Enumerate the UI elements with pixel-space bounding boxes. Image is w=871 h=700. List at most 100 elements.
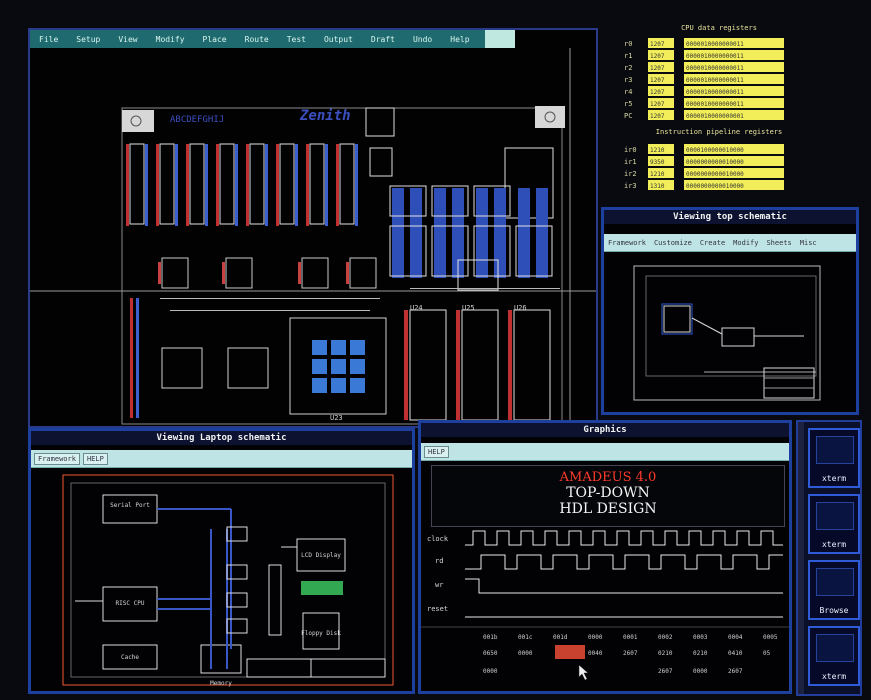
- amadeus-banner: AMADEUS 4.0 TOP-DOWN HDL DESIGN: [431, 465, 785, 527]
- graphics-window[interactable]: Graphics HELP AMADEUS 4.0 TOP-DOWN HDL D…: [418, 420, 792, 694]
- menu-modify[interactable]: Modify: [729, 239, 762, 247]
- cpu-reg-bits: 0000010000000011: [686, 65, 744, 72]
- bus-value: 0650: [483, 650, 498, 657]
- menu-place[interactable]: Place: [194, 35, 236, 44]
- cpu-reg-bits: 0000010000000011: [686, 101, 744, 108]
- pipe-reg-short: 1310: [650, 183, 665, 190]
- menu-help[interactable]: Help: [441, 35, 478, 44]
- menu-undo[interactable]: Undo: [404, 35, 441, 44]
- bus-value: 0410: [728, 650, 743, 657]
- bus-value: 0040: [588, 650, 603, 657]
- help-button[interactable]: HELP: [82, 452, 108, 465]
- signal-clock: clock: [427, 535, 449, 543]
- banner-hdl-design: HDL DESIGN: [559, 501, 657, 517]
- menu-route[interactable]: Route: [236, 35, 278, 44]
- bus-value: 0003: [693, 634, 708, 641]
- pipe-reg-bits: 0000000000010000: [686, 159, 744, 166]
- bus-value: 2607: [658, 668, 673, 675]
- pipe-reg-short: 1210: [650, 147, 665, 154]
- svg-text:ABCDEFGHIJ: ABCDEFGHIJ: [170, 115, 224, 125]
- laptop-schematic-window[interactable]: Viewing Laptop schematic Framework HELP …: [28, 428, 415, 694]
- block-memory: Memory: [210, 680, 232, 687]
- pipe-reg-short: 1210: [650, 171, 665, 178]
- cpu-reg-bits: 0000010000000011: [686, 53, 744, 60]
- cpu-registers-title: CPU data registers: [681, 24, 757, 32]
- menu-draft[interactable]: Draft: [362, 35, 404, 44]
- xterm-icon-3[interactable]: xterm: [808, 626, 860, 686]
- cpu-reg-bits: 0000010000000011: [686, 89, 744, 96]
- bus-value: 0210: [658, 650, 673, 657]
- cpu-reg-name: PC: [624, 112, 632, 120]
- bus-value: 05: [763, 650, 771, 657]
- cpu-reg-name: r1: [624, 52, 632, 60]
- cad-menubar: File Setup View Modify Place Route Test …: [30, 30, 502, 48]
- framework-button[interactable]: Framework: [34, 452, 80, 465]
- menu-test[interactable]: Test: [278, 35, 315, 44]
- svg-text:U26: U26: [514, 304, 527, 312]
- bus-value: 0000: [483, 668, 498, 675]
- cpu-reg-bits: 0000010000000001: [686, 113, 744, 120]
- signal-reset: reset: [427, 605, 448, 613]
- pipeline-registers-title: Instruction pipeline registers: [655, 128, 783, 136]
- laptop-schematic-canvas[interactable]: Serial Port LCD Display RISC CPU Floppy …: [31, 469, 412, 691]
- block-lcd-display: LCD Display: [301, 552, 341, 559]
- bus-value: 0004: [728, 634, 743, 641]
- cpu-reg-name: r3: [624, 76, 632, 84]
- menu-misc[interactable]: Misc: [796, 239, 821, 247]
- graphics-help-button[interactable]: HELP: [424, 445, 449, 458]
- pipe-reg-name: ir1: [624, 158, 637, 166]
- cpu-reg-name: r5: [624, 100, 632, 108]
- top-schematic-title: Viewing top schematic: [604, 210, 856, 224]
- menu-output[interactable]: Output: [315, 35, 362, 44]
- laptop-schematic-title: Viewing Laptop schematic: [31, 431, 412, 445]
- pipe-reg-name: ir3: [624, 182, 637, 190]
- menu-setup[interactable]: Setup: [67, 35, 109, 44]
- cpu-reg-short: 1207: [650, 41, 665, 48]
- mouse-pointer-icon: [578, 664, 589, 681]
- cpu-pad-grid: [312, 340, 365, 393]
- svg-text:U25: U25: [462, 304, 475, 312]
- block-risc-cpu: RISC CPU: [116, 600, 145, 607]
- block-cache: Cache: [121, 654, 139, 661]
- pcb-layout-window[interactable]: File Setup View Modify Place Route Test …: [28, 28, 598, 428]
- banner-product: AMADEUS 4.0: [559, 470, 657, 485]
- menu-file[interactable]: File: [30, 35, 67, 44]
- menu-framework[interactable]: Framework: [604, 239, 650, 247]
- menu-customize[interactable]: Customize: [650, 239, 696, 247]
- pipe-reg-bits: 0000100000010000: [686, 147, 744, 154]
- banner-topdown: TOP-DOWN: [566, 485, 650, 501]
- menu-create[interactable]: Create: [696, 239, 729, 247]
- register-table: r0 1207 0000010000000011 r1 1207 000001000000…: [624, 38, 784, 190]
- dock-scrollbar[interactable]: [798, 422, 804, 694]
- xterm-icon-1[interactable]: xterm: [808, 428, 860, 488]
- menu-view[interactable]: View: [109, 35, 146, 44]
- waveform-viewer[interactable]: clock rd wr reset 001b 001c 001d 0000 0001 00…: [421, 527, 789, 691]
- pcb-canvas[interactable]: ABCDEFGHIJ Zenith U24 U25 U26 U23: [30, 48, 596, 426]
- bus-value: 0000: [693, 668, 708, 675]
- pipe-reg-bits: 0000000000010000: [686, 171, 744, 178]
- top-schematic-window[interactable]: Viewing top schematic Framework Customiz…: [601, 207, 859, 415]
- laptop-schematic-toolbar: Framework HELP: [31, 450, 412, 468]
- svg-text:U23: U23: [330, 414, 343, 422]
- bus-value: 001b: [483, 634, 498, 641]
- cpu-reg-short: 1207: [650, 113, 665, 120]
- svg-text:Zenith: Zenith: [299, 108, 351, 124]
- menu-sheets[interactable]: Sheets: [762, 239, 795, 247]
- xterm-icon-2[interactable]: xterm: [808, 494, 860, 554]
- menu-modify[interactable]: Modify: [147, 35, 194, 44]
- browse-icon[interactable]: Browse: [808, 560, 860, 620]
- bus-value: 2607: [728, 668, 743, 675]
- pipe-reg-name: ir0: [624, 146, 637, 154]
- cpu-reg-short: 1207: [650, 65, 665, 72]
- cpu-reg-short: 1207: [650, 53, 665, 60]
- bus-value: 0210: [693, 650, 708, 657]
- bus-value: 0002: [658, 634, 673, 641]
- pipe-reg-bits: 0000000000010000: [686, 183, 744, 190]
- cpu-reg-short: 1207: [650, 77, 665, 84]
- cpu-reg-bits: 0000010000000011: [686, 77, 744, 84]
- top-schematic-menubar: Framework Customize Create Modify Sheets…: [604, 234, 856, 252]
- selected-bus-cell[interactable]: [555, 645, 585, 659]
- bus-value: 001c: [518, 634, 533, 641]
- bus-value: 2607: [623, 650, 638, 657]
- top-schematic-canvas[interactable]: [604, 254, 856, 412]
